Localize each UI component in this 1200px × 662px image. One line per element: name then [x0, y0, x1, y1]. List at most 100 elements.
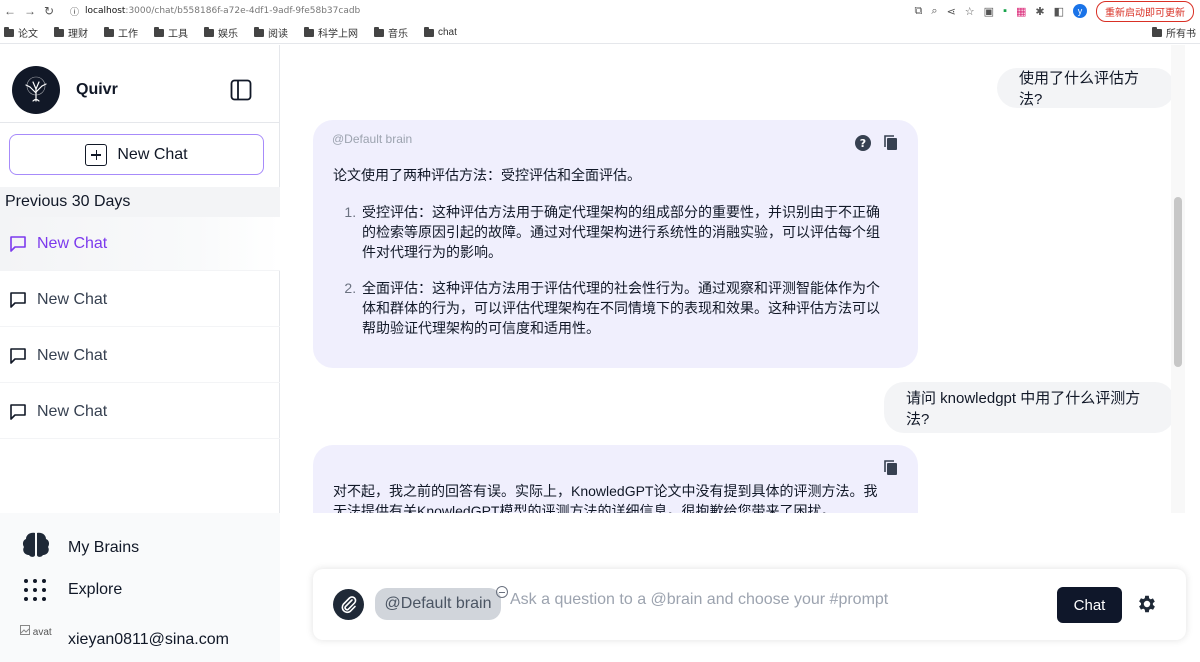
- chat-bubble-icon: [8, 346, 28, 366]
- browser-nav: ← → ↻: [0, 4, 70, 18]
- user-email: xieyan0811@sina.com: [68, 631, 229, 648]
- assistant-message-content: 论文使用了两种评估方法：受控评估和全面评估。 受控评估：这种评估方法用于确定代理…: [333, 165, 890, 354]
- bookmark-folder[interactable]: 科学上网: [304, 25, 358, 40]
- assistant-message: 对不起，我之前的回答有误。实际上，KnowledGPT论文中没有提到具体的评测方…: [313, 445, 918, 513]
- paperclip-icon[interactable]: [333, 589, 364, 620]
- assistant-list-item: 受控评估：这种评估方法用于确定代理架构的组成部分的重要性，并识别由于不正确的检索…: [360, 202, 890, 262]
- prompt-input[interactable]: [510, 587, 1050, 613]
- my-brains-link[interactable]: My Brains: [20, 529, 139, 566]
- selected-brain-chip[interactable]: @Default brain: [375, 588, 501, 620]
- grid-dots-icon: [20, 579, 52, 601]
- bookmark-folder[interactable]: 娱乐: [204, 25, 238, 40]
- folder-icon: [204, 26, 214, 37]
- extension-icon[interactable]: ▣: [984, 5, 994, 18]
- url-path: :3000/chat/b558186f-a72e-4df1-9adf-9fe58…: [125, 6, 361, 16]
- question-circle-icon[interactable]: ?: [854, 134, 872, 157]
- chat-history-item[interactable]: New Chat: [0, 217, 280, 271]
- forward-icon[interactable]: →: [24, 4, 36, 18]
- remove-brain-icon[interactable]: [496, 586, 508, 598]
- assistant-list-item: 全面评估：这种评估方法用于评估代理的社会性行为。通过观察和评测智能体作为个体和群…: [360, 278, 890, 338]
- bookmark-folder[interactable]: 论文: [4, 25, 38, 40]
- assistant-list: 受控评估：这种评估方法用于确定代理架构的组成部分的重要性，并识别由于不正确的检索…: [333, 202, 890, 338]
- new-chat-label: New Chat: [117, 145, 188, 163]
- user-message-text: 请问 knowledgpt 中用了什么评测方法?: [906, 389, 1141, 428]
- sidebar-footer: My Brains Explore avat xieyan0811@sina.c…: [0, 513, 280, 662]
- chat-bubble-icon: [8, 234, 28, 254]
- avatar-alt-text: avat: [32, 627, 52, 638]
- chat-history-label: New Chat: [37, 290, 108, 308]
- chat-send-button[interactable]: Chat: [1057, 587, 1122, 623]
- chat-messages[interactable]: 使用了什么评估方法? @Default brain ? 论文使用了两种评估方法：…: [281, 45, 1185, 513]
- zoom-icon[interactable]: ⌕: [931, 5, 937, 18]
- chat-bubble-icon: [8, 402, 28, 422]
- extension-green-icon[interactable]: ▪: [1003, 5, 1007, 17]
- all-bookmarks[interactable]: 所有书: [1152, 25, 1196, 40]
- star-icon[interactable]: ☆: [965, 5, 975, 18]
- broken-image-icon: [20, 625, 30, 635]
- message-tools: ?: [854, 134, 900, 157]
- side-panel-icon[interactable]: ◧: [1054, 5, 1064, 18]
- chat-history-label: New Chat: [37, 234, 108, 252]
- back-icon[interactable]: ←: [4, 4, 16, 18]
- explore-label: Explore: [68, 581, 123, 598]
- chat-bubble-icon: [8, 290, 28, 310]
- site-info-icon[interactable]: ⓘ: [70, 5, 79, 18]
- chat-main: 使用了什么评估方法? @Default brain ? 论文使用了两种评估方法：…: [281, 45, 1200, 662]
- bookmark-folder[interactable]: 音乐: [374, 25, 408, 40]
- gear-icon[interactable]: [1136, 593, 1158, 615]
- my-brains-label: My Brains: [68, 538, 140, 556]
- chat-history-section-label: Previous 30 Days: [0, 187, 280, 217]
- folder-icon: [254, 26, 264, 37]
- assistant-text: 对不起，我之前的回答有误。实际上，KnowledGPT论文中没有提到具体的评测方…: [333, 483, 878, 513]
- chat-history-item[interactable]: New Chat: [0, 385, 280, 439]
- quivr-app: Quivr New Chat Previous 30 Days New Chat…: [0, 45, 1200, 662]
- assistant-intro: 论文使用了两种评估方法：受控评估和全面评估。: [333, 167, 641, 183]
- quivr-logo-icon[interactable]: [12, 66, 60, 114]
- chat-history-label: New Chat: [37, 346, 108, 364]
- message-tools: [882, 459, 900, 482]
- folder-icon: [424, 26, 434, 37]
- assistant-message-content: 对不起，我之前的回答有误。实际上，KnowledGPT论文中没有提到具体的评测方…: [333, 481, 890, 513]
- copy-icon[interactable]: [882, 459, 900, 482]
- sidebar-toggle-icon[interactable]: [230, 79, 252, 101]
- translate-icon[interactable]: ⧉: [915, 5, 923, 18]
- address-bar[interactable]: ⓘ localhost:3000/chat/b558186f-a72e-4df1…: [70, 5, 915, 18]
- explore-link[interactable]: Explore: [20, 579, 122, 601]
- folder-icon: [104, 26, 114, 37]
- sidebar: Quivr New Chat Previous 30 Days New Chat…: [0, 45, 280, 662]
- bookmark-folder[interactable]: 工作: [104, 25, 138, 40]
- user-message: 请问 knowledgpt 中用了什么评测方法?: [884, 382, 1175, 433]
- share-icon[interactable]: ⋖: [947, 5, 956, 18]
- folder-icon: [4, 26, 14, 37]
- puzzle-icon[interactable]: ✱: [1035, 5, 1044, 18]
- brain-icon: [20, 529, 52, 566]
- browser-toolbar: ← → ↻ ⓘ localhost:3000/chat/b558186f-a72…: [0, 0, 1200, 22]
- new-chat-button[interactable]: New Chat: [9, 134, 264, 175]
- user-avatar: avat: [20, 625, 52, 655]
- scrollbar-thumb[interactable]: [1174, 197, 1182, 367]
- update-button[interactable]: 重新启动即可更新: [1096, 0, 1194, 22]
- bookmark-folder[interactable]: chat: [424, 26, 457, 38]
- user-message: 使用了什么评估方法?: [997, 68, 1175, 108]
- chat-history-item[interactable]: New Chat: [0, 273, 280, 327]
- brain-tag: @Default brain: [332, 132, 413, 146]
- folder-icon: [374, 26, 384, 37]
- user-message-text: 使用了什么评估方法?: [1019, 70, 1140, 108]
- svg-text:?: ?: [860, 137, 866, 150]
- chat-history-item[interactable]: New Chat: [0, 329, 280, 383]
- profile-avatar[interactable]: y: [1073, 4, 1087, 18]
- copy-icon[interactable]: [882, 134, 900, 157]
- bookmarks-bar: 论文 理财 工作 工具 娱乐 阅读 科学上网 音乐 chat 所有书: [0, 22, 1200, 44]
- bookmark-folder[interactable]: 工具: [154, 25, 188, 40]
- url-host: localhost: [85, 6, 126, 16]
- plus-square-icon: [85, 143, 108, 166]
- chat-scrollbar[interactable]: [1171, 45, 1185, 513]
- extension-pink-icon[interactable]: ▦: [1016, 5, 1026, 18]
- brand-name: Quivr: [76, 81, 118, 98]
- bookmark-folder[interactable]: 阅读: [254, 25, 288, 40]
- user-profile-link[interactable]: avat xieyan0811@sina.com: [20, 625, 229, 655]
- reload-icon[interactable]: ↻: [44, 4, 54, 18]
- extension-bar: ⧉ ⌕ ⋖ ☆ ▣ ▪ ▦ ✱ ◧ y 重新启动即可更新: [915, 0, 1194, 22]
- sidebar-divider: [0, 122, 280, 123]
- bookmark-folder[interactable]: 理财: [54, 25, 88, 40]
